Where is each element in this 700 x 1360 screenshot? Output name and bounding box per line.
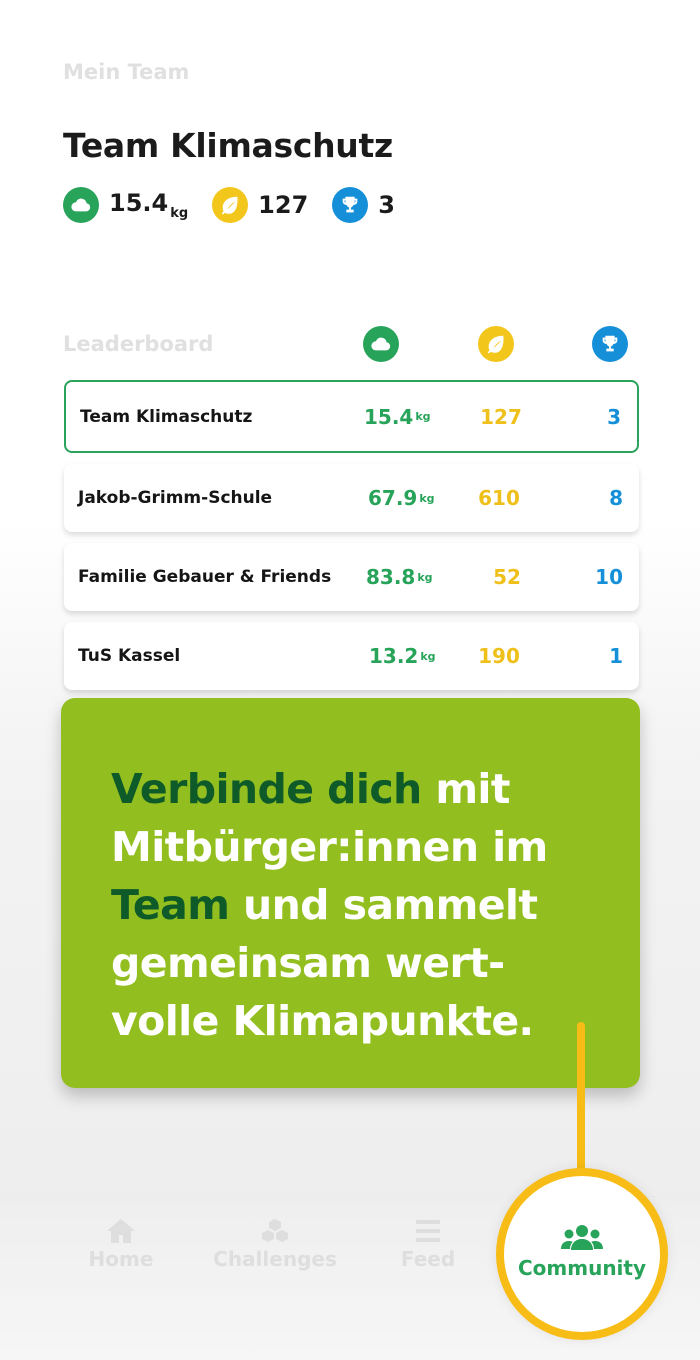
row-team-name: Familie Gebauer & Friends xyxy=(78,567,332,587)
row-team-name: Team Klimaschutz xyxy=(80,406,253,427)
row-trophies: 10 xyxy=(595,565,623,589)
row-team-name: Jakob-Grimm-Schule xyxy=(78,488,273,508)
row-co2: 15.4 kg xyxy=(364,404,431,429)
row-leaves: 190 xyxy=(478,644,520,668)
team-title: Team Klimaschutz xyxy=(63,126,393,165)
home-icon xyxy=(107,1219,135,1243)
leaderboard-row[interactable]: Familie Gebauer & Friends 83.8 kg 52 10 xyxy=(64,543,639,611)
nav-home[interactable]: Home xyxy=(41,1217,201,1271)
row-co2: 83.8 kg xyxy=(366,565,433,589)
nav-challenges-label: Challenges xyxy=(213,1247,337,1271)
cloud-icon xyxy=(63,187,99,223)
nav-community[interactable]: Community xyxy=(496,1168,668,1340)
nav-feed[interactable]: Feed xyxy=(348,1217,508,1271)
row-team-name: TuS Kassel xyxy=(78,646,181,666)
row-leaves: 52 xyxy=(493,565,521,589)
leaderboard-row[interactable]: TuS Kassel 13.2 kg 190 1 xyxy=(64,622,639,690)
co2-value: 15.4 kg xyxy=(109,189,189,221)
menu-icon xyxy=(416,1220,440,1242)
row-co2: 67.9 kg xyxy=(368,486,435,510)
trophy-icon xyxy=(332,187,369,223)
row-leaves: 610 xyxy=(478,486,520,510)
promo-highlight: Verbinde dich xyxy=(111,765,422,813)
nav-challenges[interactable]: Challenges xyxy=(195,1217,355,1271)
row-trophies: 1 xyxy=(609,644,623,668)
section-label-mein-team: Mein Team xyxy=(63,60,190,84)
trophy-value: 3 xyxy=(378,191,395,219)
users-icon xyxy=(561,1225,603,1250)
trophy-stat: 3 xyxy=(332,187,395,223)
team-stats: 15.4 kg 127 3 xyxy=(63,186,419,224)
leaderboard-row-own-team[interactable]: Team Klimaschutz 15.4 kg 127 3 xyxy=(64,380,639,453)
leaf-stat: 127 xyxy=(212,187,308,223)
row-trophies: 8 xyxy=(609,486,623,510)
row-co2: 13.2 kg xyxy=(369,644,436,668)
callout-pointer xyxy=(577,1022,585,1172)
promo-text: Verbinde dich mit Mitbürger:innen im Tea… xyxy=(111,760,600,1050)
leaderboard-row[interactable]: Jakob-Grimm-Schule 67.9 kg 610 8 xyxy=(64,464,639,532)
nav-feed-label: Feed xyxy=(400,1247,456,1271)
trophy-icon xyxy=(592,326,628,362)
leaf-icon xyxy=(212,187,249,223)
promo-card: Verbinde dich mit Mitbürger:innen im Tea… xyxy=(61,698,640,1088)
cloud-icon xyxy=(363,326,399,362)
row-leaves: 127 xyxy=(480,404,522,429)
cubes-icon xyxy=(262,1219,288,1242)
nav-home-label: Home xyxy=(88,1247,154,1271)
section-label-leaderboard: Leaderboard xyxy=(63,332,214,356)
co2-stat: 15.4 kg xyxy=(63,187,188,223)
nav-community-label: Community xyxy=(517,1256,647,1280)
leaf-icon xyxy=(478,326,514,362)
row-trophies: 3 xyxy=(607,404,621,429)
promo-highlight: Team xyxy=(111,881,230,929)
leaf-value: 127 xyxy=(258,191,309,219)
